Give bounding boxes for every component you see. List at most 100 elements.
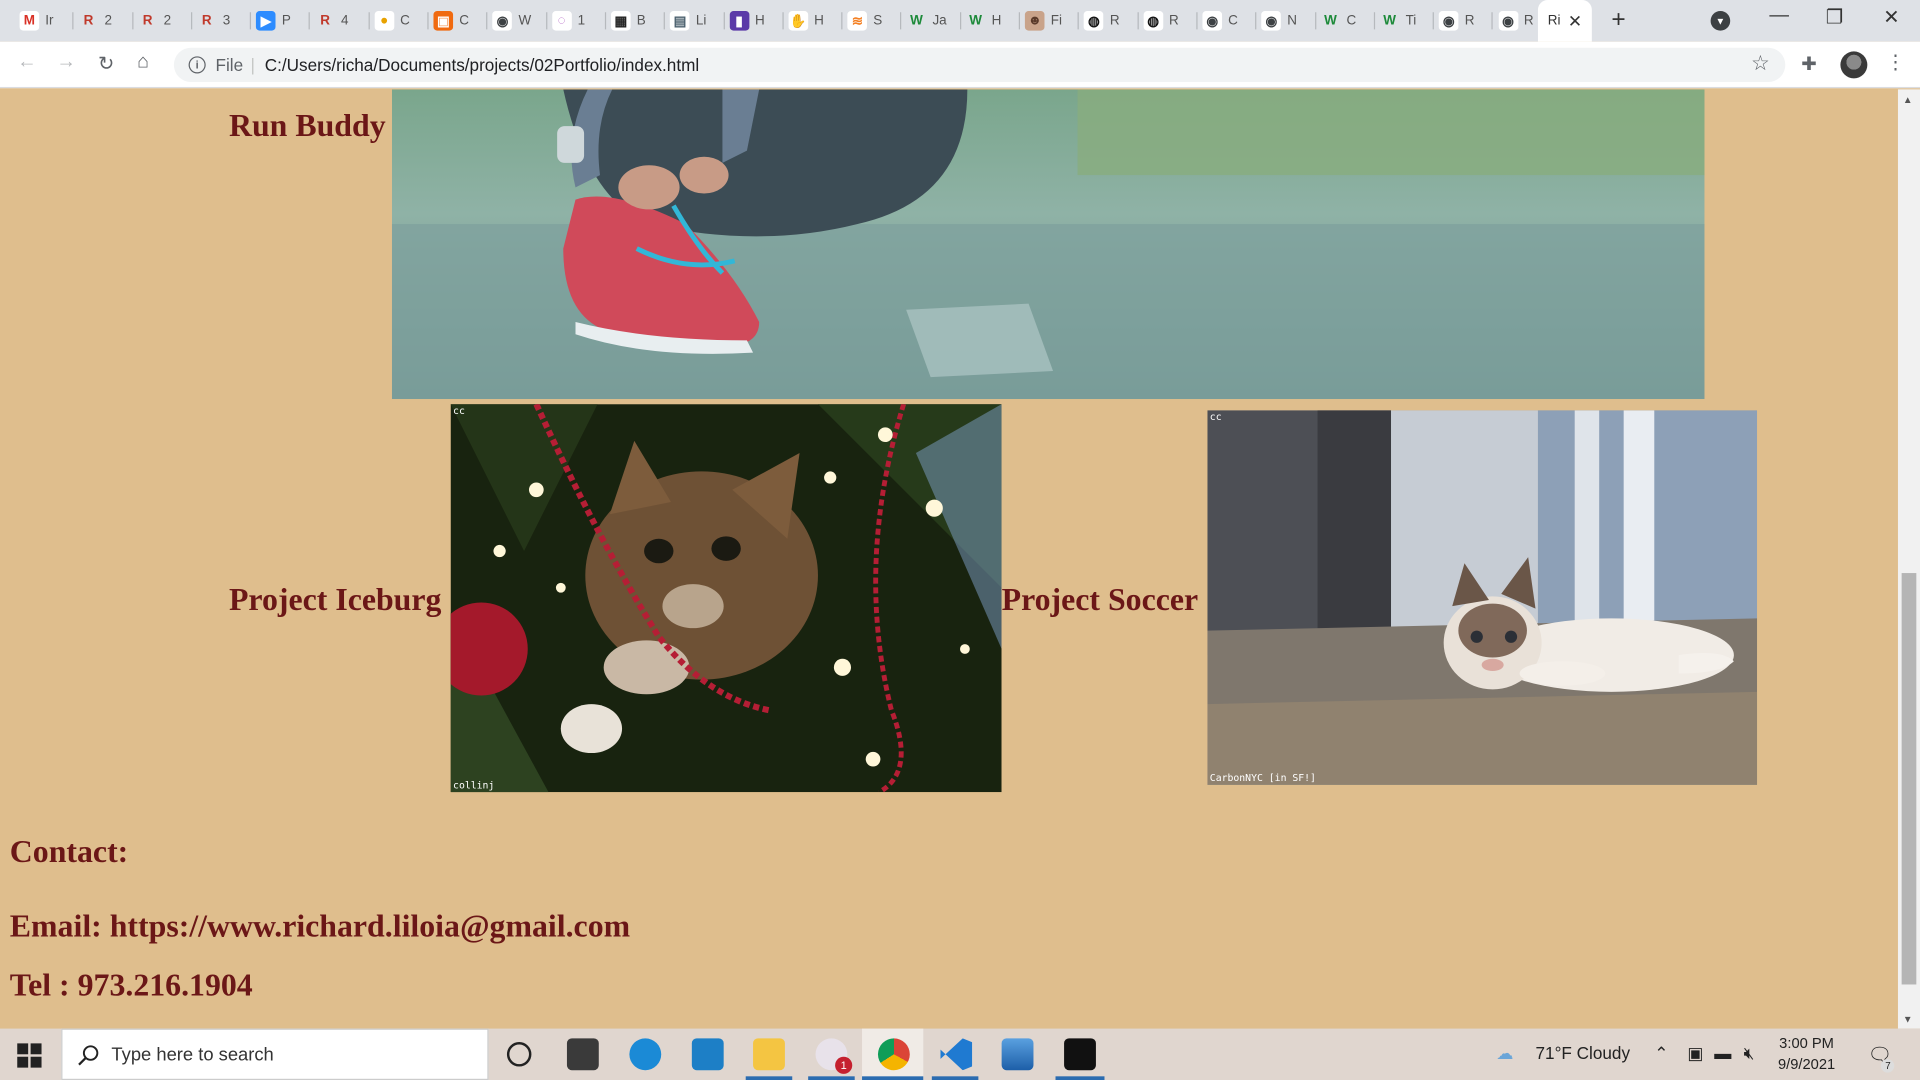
tab-5[interactable]: ▶ P xyxy=(251,5,311,37)
tab-16[interactable]: W Ja xyxy=(902,5,961,37)
back-button[interactable]: ← xyxy=(17,51,37,73)
tab-9[interactable]: ◉ W xyxy=(488,5,547,37)
tab-15[interactable]: ≋ S xyxy=(843,5,902,37)
tab-label: B xyxy=(636,13,646,29)
chrome-icon[interactable] xyxy=(877,1038,910,1071)
terminal-icon[interactable] xyxy=(1064,1038,1096,1071)
doc-icon: ▤ xyxy=(670,11,690,31)
scrollbar-thumb[interactable] xyxy=(1901,573,1917,985)
windows-start-icon[interactable] xyxy=(17,1043,42,1068)
tab-label: H xyxy=(755,13,765,29)
tab-label: H xyxy=(991,13,1002,29)
file-explorer-icon[interactable] xyxy=(753,1038,785,1071)
tab-label: N xyxy=(1287,13,1298,29)
tab-label: Ti xyxy=(1405,13,1417,29)
edge-icon[interactable] xyxy=(629,1038,662,1071)
tab-8[interactable]: ▣ C xyxy=(429,5,488,37)
clock-time: 3:00 PM xyxy=(1779,1034,1834,1052)
minimize-button[interactable]: — xyxy=(1769,5,1789,27)
runner-photo xyxy=(391,89,1705,400)
weather-cloud-icon[interactable]: ☁ xyxy=(1496,1043,1513,1064)
w-icon: W xyxy=(910,13,923,29)
forward-button[interactable]: → xyxy=(56,51,76,73)
tab-4[interactable]: R3 xyxy=(192,5,252,37)
w-icon: W xyxy=(1383,13,1397,29)
prime-video-icon[interactable] xyxy=(691,1038,724,1071)
search-icon xyxy=(78,1045,99,1066)
tab-20[interactable]: ◍ R xyxy=(1138,5,1198,37)
bookmark-star-icon[interactable]: ☆ xyxy=(1751,51,1770,75)
iceburg-image[interactable]: cc collinj xyxy=(450,404,1002,793)
tab-19[interactable]: ◍ R xyxy=(1079,5,1139,37)
tab-11[interactable]: ▦ B xyxy=(606,5,666,37)
volume-muted-icon[interactable]: 🔇︎ xyxy=(1744,1043,1755,1064)
vscode-icon[interactable] xyxy=(940,1038,973,1071)
restore-button[interactable]: ❐ xyxy=(1826,5,1844,29)
tab-23[interactable]: WC xyxy=(1316,5,1375,37)
soccer-image[interactable]: cc CarbonNYC [in SF!] xyxy=(1207,410,1758,785)
battery-icon[interactable]: ▬ xyxy=(1714,1043,1731,1063)
tab-search-icon[interactable]: ▼ xyxy=(1710,11,1731,31)
tab-24[interactable]: W Ti xyxy=(1375,5,1435,37)
slack-icon[interactable]: 1 xyxy=(815,1038,853,1074)
run-buddy-image[interactable] xyxy=(391,89,1705,400)
tab-label: H xyxy=(814,13,824,29)
tab-10[interactable]: ◌ 1 xyxy=(547,5,607,37)
taskbar-search-box[interactable]: Type here to search xyxy=(61,1028,489,1080)
cortana-icon[interactable] xyxy=(506,1042,532,1067)
scroll-down-arrow[interactable]: ▼ xyxy=(1903,1014,1913,1025)
address-url[interactable]: C:/Users/richa/Documents/projects/02Port… xyxy=(265,55,699,75)
windows-taskbar: Type here to search 1 ☁ 71°F Cloudy ⌃ ▣ … xyxy=(0,1028,1920,1080)
browser-toolbar: ← → ↻ ⌂ i File | C:/Users/richa/Document… xyxy=(0,41,1920,89)
globe-icon: ◉ xyxy=(492,11,513,31)
close-window-button[interactable]: ✕ xyxy=(1883,5,1899,29)
tab-25[interactable]: ◉ R xyxy=(1434,5,1494,37)
iceburg-credit-caption: collinj xyxy=(453,780,495,792)
tab-12[interactable]: ▤ Li xyxy=(665,5,725,37)
tab-3[interactable]: R2 xyxy=(133,5,193,37)
system-clock[interactable]: 3:00 PM 9/9/2021 xyxy=(1778,1033,1835,1075)
photos-icon[interactable] xyxy=(1001,1038,1034,1071)
extensions-icon[interactable]: ✚ xyxy=(1801,53,1816,75)
keyboard-icon: ▦ xyxy=(611,11,631,31)
tray-chevron-icon[interactable]: ⌃ xyxy=(1654,1043,1668,1064)
tab-22[interactable]: ◉ N xyxy=(1257,5,1316,37)
reload-button[interactable]: ↻ xyxy=(98,51,114,75)
contact-email[interactable]: Email: https://www.richard.liloia@gmail.… xyxy=(10,909,630,946)
device-icon[interactable]: ▣ xyxy=(1687,1043,1703,1064)
tab-18[interactable]: ☻ Fi xyxy=(1020,5,1080,37)
gmail-icon: M xyxy=(19,11,40,31)
store-icon[interactable] xyxy=(566,1038,599,1071)
tab-label: R xyxy=(1109,13,1120,29)
tab-1[interactable]: M Ir xyxy=(15,5,74,37)
address-bar[interactable]: i File | C:/Users/richa/Documents/projec… xyxy=(173,47,1786,83)
menu-kebab-icon[interactable]: ⋮ xyxy=(1886,50,1906,74)
kitten-tree-photo xyxy=(450,404,1002,793)
tab-2[interactable]: R2 xyxy=(74,5,133,37)
tab-label: W xyxy=(518,13,532,29)
info-icon[interactable]: i xyxy=(188,56,206,74)
project-title-iceburg: Project Iceburg xyxy=(228,581,442,618)
scroll-up-arrow[interactable]: ▲ xyxy=(1903,94,1913,105)
tab-active[interactable]: Ri ✕ xyxy=(1537,0,1592,42)
tab-label: R xyxy=(1523,13,1534,29)
tab-14[interactable]: ✋ H xyxy=(784,5,843,37)
tab-21[interactable]: ◉ C xyxy=(1198,5,1257,37)
profile-avatar[interactable] xyxy=(1840,51,1868,79)
tab-label: R xyxy=(1169,13,1179,29)
hand-icon: ✋ xyxy=(788,11,809,31)
tab-17[interactable]: WH xyxy=(961,5,1021,37)
globe-icon: ◉ xyxy=(1439,11,1459,31)
new-tab-button[interactable]: + xyxy=(1611,6,1625,34)
tab-strip: M Ir R 2 R 2 R 3 ▶ P R 4 ● C ▣ C ◉ W ◌ 1 ▦ B ▤ Li ▮ H ✋ H ≋ S W Ja W H ☻ Fi… xyxy=(0,0,1920,42)
weather-text[interactable]: 71°F Cloudy xyxy=(1536,1043,1631,1063)
swirl-icon: ◌ xyxy=(551,11,572,31)
notification-icon[interactable]: 🗨︎ 7 xyxy=(1867,1043,1895,1073)
tab-7[interactable]: ● C xyxy=(370,5,429,37)
globe-icon: ◉ xyxy=(1498,11,1518,31)
tab-13[interactable]: ▮ H xyxy=(724,5,784,37)
home-button[interactable]: ⌂ xyxy=(137,51,149,73)
close-tab-icon[interactable]: ✕ xyxy=(1568,10,1582,31)
tab-6[interactable]: R4 xyxy=(310,5,370,37)
tab-label: Li xyxy=(695,13,707,29)
